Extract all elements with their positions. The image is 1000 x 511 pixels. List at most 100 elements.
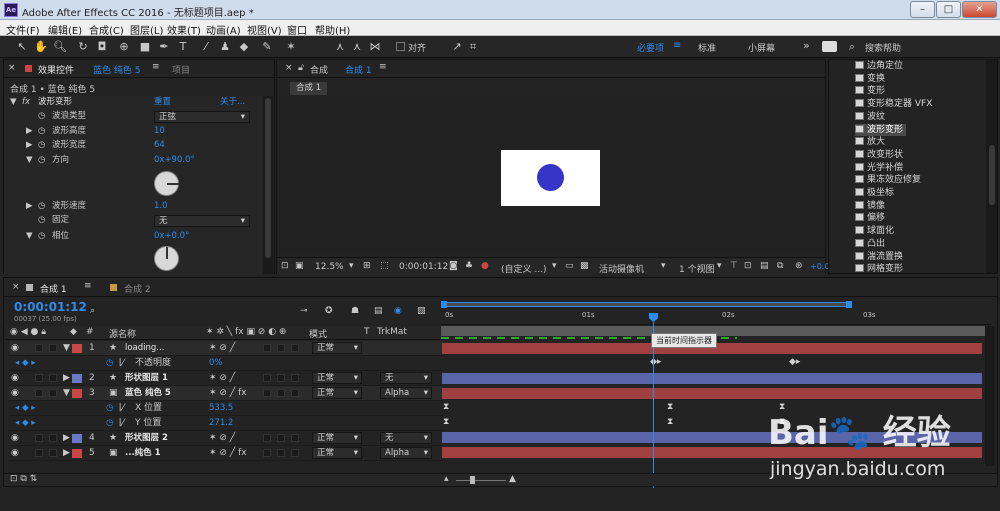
lock-icon[interactable]: 🔓︎ [298, 63, 304, 73]
zoom-in-icon[interactable]: ▲ [509, 474, 516, 484]
menu-file[interactable]: 文件(F) [6, 22, 40, 37]
switch-box[interactable] [263, 449, 271, 457]
switch-box[interactable] [291, 434, 299, 442]
effect-item[interactable]: 凸出 [855, 238, 885, 251]
camera-dropdown-icon[interactable]: ▾ [661, 261, 666, 271]
draft-3d-icon[interactable]: ✪ [325, 306, 333, 316]
effect-item[interactable]: 偏移 [855, 212, 885, 225]
graph-icon[interactable]: ⌊⁄ [119, 416, 124, 430]
switch-box[interactable] [291, 449, 299, 457]
twirl-arrow-icon[interactable]: ▼ [63, 341, 70, 355]
label-color-swatch[interactable] [72, 434, 82, 443]
effect-item[interactable]: 极坐标 [855, 187, 894, 200]
switch-box[interactable] [277, 374, 285, 382]
clone-stamp-tool-icon[interactable]: ♟ [218, 40, 232, 54]
stopwatch-icon[interactable]: ◷ [106, 356, 113, 370]
layer-switches-icons[interactable]: ✶ ⊘ ╱ fx [209, 386, 247, 400]
fast-previews-icon[interactable]: ⊡ [744, 261, 752, 271]
opacity-keyframe-1[interactable]: ◆▸ [650, 357, 661, 367]
y-keyframe-2[interactable]: ⧗ [667, 417, 673, 427]
layer-switches-icons[interactable]: ✶ ⊘ ╱ fx [209, 446, 247, 460]
pen-tool-icon[interactable]: ✒ [157, 40, 171, 54]
collapse-arrow-icon[interactable]: ▼ [26, 230, 33, 243]
viewer-timecode[interactable]: 0:00:01:12 [399, 262, 448, 272]
toggle-switches-icon[interactable]: ⊡ ⧉ ⇅ [10, 474, 37, 484]
visibility-eye-icon[interactable]: ◉ [11, 386, 19, 400]
switch-box[interactable] [277, 434, 285, 442]
effect-controls-scrollbar[interactable] [263, 96, 273, 274]
menu-help[interactable]: 帮助(H) [315, 22, 350, 37]
navigator-start-handle[interactable] [441, 301, 447, 308]
workspace-standard[interactable]: 标准 [698, 41, 716, 54]
label-color-swatch[interactable] [72, 344, 82, 353]
lock-toggle[interactable] [49, 449, 57, 457]
about-link[interactable]: 关于... [220, 96, 245, 109]
property-value[interactable]: 271.2 [209, 416, 233, 430]
property-value[interactable]: 533.5 [209, 401, 233, 415]
layer-row[interactable]: ◉ ▶ 2 ★ 形状图层 1 ✶ ⊘ ╱ 正常 ▾ 无 ▾ [9, 371, 443, 386]
snap-option-icon[interactable]: ↗ [450, 40, 464, 54]
region-of-interest-icon[interactable]: ▭ [565, 261, 574, 271]
effect-controls-layer[interactable]: 蓝色 纯色 5 [93, 63, 140, 76]
menu-layer[interactable]: 图层(L) [130, 22, 163, 37]
layer-row[interactable]: ◉ ▼ 1 ★ loading... ✶ ⊘ ╱ 正常 ▾ [9, 341, 443, 356]
solo-toggle[interactable] [35, 344, 43, 352]
search-type-icon[interactable] [822, 41, 837, 52]
composition-viewer[interactable] [277, 97, 825, 252]
layer-name[interactable]: 形状图层 1 [125, 371, 168, 385]
rectangle-tool-icon[interactable]: ■ [138, 40, 152, 54]
reset-exposure-icon[interactable]: ⊛ [795, 261, 803, 271]
composition-menu-icon[interactable]: ≡ [379, 62, 387, 72]
view-axis-icon[interactable]: ⋈ [368, 40, 382, 54]
mask-visibility-icon[interactable]: ⬚ [380, 261, 389, 271]
effect-item[interactable]: 网格变形 [855, 263, 903, 276]
x-keyframe-1[interactable]: ⧗ [443, 402, 449, 412]
panel-close-icon[interactable]: × [285, 63, 293, 73]
switch-box[interactable] [291, 374, 299, 382]
layer-row[interactable]: ◉ ▶ 4 ★ 形状图层 2 ✶ ⊘ ╱ 正常 ▾ 无 ▾ [9, 431, 443, 446]
x-keyframe-2[interactable]: ⧗ [667, 402, 673, 412]
track-matte-select[interactable]: 无 ▾ [380, 372, 432, 384]
label-color-swatch[interactable] [72, 389, 82, 398]
panel-close-icon[interactable]: × [8, 63, 16, 73]
minimize-button[interactable]: – [910, 1, 935, 18]
direction-value[interactable]: 0x+90.0° [154, 154, 195, 167]
composition-tab-prefix[interactable]: 合成 [310, 63, 328, 76]
track-matte-select[interactable]: 无 ▾ [380, 432, 432, 444]
snapshot-icon[interactable]: ◙ [449, 261, 458, 271]
switch-box[interactable] [263, 434, 271, 442]
motion-blur-icon[interactable]: ◉ [394, 306, 402, 316]
keyframe-nav-icon[interactable]: ◂ ◆ ▸ [15, 356, 35, 370]
menu-edit[interactable]: 编辑(E) [48, 22, 82, 37]
phase-value[interactable]: 0x+0.0° [154, 230, 189, 243]
zoom-dropdown-icon[interactable]: ▾ [349, 261, 354, 271]
local-axis-icon[interactable]: ⋏ [333, 40, 347, 54]
wave-width-value[interactable]: 64 [154, 139, 165, 152]
zoom-tool-icon[interactable]: 🔍︎ [53, 40, 67, 54]
switch-box[interactable] [277, 389, 285, 397]
reset-link[interactable]: 重置 [154, 96, 171, 109]
switch-box[interactable] [291, 344, 299, 352]
comp-mini-flowchart-icon[interactable]: ⊸ [300, 306, 308, 316]
effect-item[interactable]: 放大 [855, 136, 885, 149]
lock-toggle[interactable] [49, 344, 57, 352]
stopwatch-icon[interactable]: ◷ [38, 139, 45, 152]
effect-item[interactable]: 光学补偿 [855, 162, 903, 175]
menu-window[interactable]: 窗口 [287, 22, 307, 37]
snap-checkbox[interactable] [396, 42, 405, 51]
pan-behind-tool-icon[interactable]: ⊕ [117, 40, 131, 54]
viewer-options-icon[interactable]: ▣ [295, 261, 304, 271]
stopwatch-icon[interactable]: ◷ [106, 401, 113, 415]
timeline-search-icon[interactable]: ⌕ [90, 306, 95, 316]
view-layout-select[interactable]: 1 个视图 [679, 262, 715, 275]
effect-controls-menu-icon[interactable]: ≡ [152, 62, 160, 72]
brush-tool-icon[interactable]: ⁄ [199, 40, 213, 54]
composition-tab[interactable]: 合成 1 [345, 63, 372, 76]
navigator-end-handle[interactable] [846, 301, 852, 308]
stopwatch-icon[interactable]: ◷ [38, 125, 45, 138]
more-workspaces-button[interactable]: » [803, 39, 810, 52]
stopwatch-icon[interactable]: ◷ [38, 230, 45, 243]
effect-item[interactable]: 波形变形 [855, 123, 907, 137]
track-matte-select[interactable]: Alpha ▾ [380, 387, 432, 399]
visibility-eye-icon[interactable]: ◉ [11, 371, 19, 385]
